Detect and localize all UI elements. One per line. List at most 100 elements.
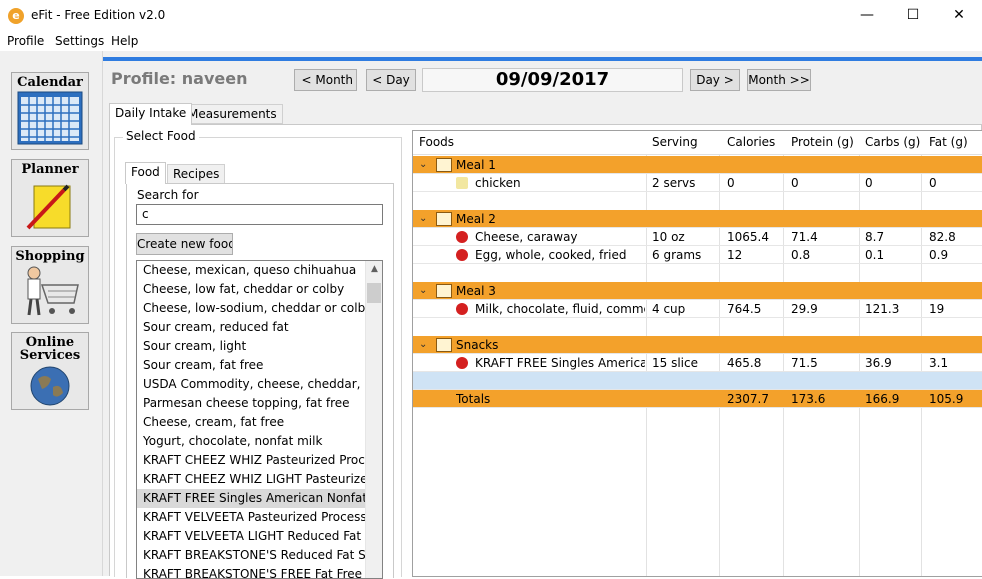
food-list-item[interactable]: Sour cream, light [137,337,366,356]
scroll-up-icon[interactable]: ▲ [366,261,382,278]
food-carbs: 121.3 [865,302,900,316]
next-month-button[interactable]: Month >> [747,69,811,91]
online-services-label: Online Services [12,336,88,362]
meal-row[interactable]: ⌄ Meal 1 [413,156,982,174]
header-calories[interactable]: Calories [727,135,775,149]
food-results-list[interactable]: Cheese, mexican, queso chihuahua Cheese, … [136,260,383,579]
food-row[interactable]: Milk, chocolate, fluid, commerci 4 cup 764… [413,300,982,318]
food-item-icon [456,303,468,315]
next-day-button[interactable]: Day > [690,69,740,91]
food-list-item[interactable]: USDA Commodity, cheese, cheddar, reduc [137,375,366,394]
header-protein[interactable]: Protein (g) [791,135,854,149]
header-foods[interactable]: Foods [419,135,454,149]
menu-help[interactable]: Help [111,34,138,48]
meal-row[interactable]: ⌄ Meal 2 [413,210,982,228]
food-name: chicken [475,176,521,190]
header-carbs[interactable]: Carbs (g) [865,135,920,149]
food-name: Milk, chocolate, fluid, commerci [475,302,645,316]
tab-measurements[interactable]: Measurements [182,104,283,124]
meal-icon [436,158,452,172]
food-list-item[interactable]: Cheese, low-sodium, cheddar or colby [137,299,366,318]
totals-label: Totals [456,392,491,406]
calendar-nav-button[interactable]: Calendar [11,72,89,150]
prev-day-button[interactable]: < Day [366,69,416,91]
food-row[interactable]: chicken 2 servs 0 0 0 0 [413,174,982,192]
maximize-button[interactable]: ☐ [890,0,936,31]
online-services-nav-button[interactable]: Online Services [11,332,89,410]
food-item-icon [456,249,468,261]
minimize-button[interactable]: — [844,0,890,31]
planner-label: Planner [21,162,79,177]
collapse-chevron-icon[interactable]: ⌄ [419,156,427,174]
meal-row[interactable]: ⌄ Meal 3 [413,282,982,300]
food-list-item[interactable]: Cheese, mexican, queso chihuahua [137,261,366,280]
food-protein: 29.9 [791,302,818,316]
food-calories: 465.8 [727,356,762,370]
food-list-item[interactable]: Cheese, low fat, cheddar or colby [137,280,366,299]
menu-settings[interactable]: Settings [55,34,104,48]
left-nav-panel: Calendar Planner Shopping Online Service… [0,51,103,576]
food-list-item[interactable]: Cheese, cream, fat free [137,413,366,432]
food-row[interactable]: Cheese, caraway 10 oz 1065.4 71.4 8.7 82.8 [413,228,982,246]
food-list-item[interactable]: KRAFT CHEEZ WHIZ Pasteurized Process C [137,451,366,470]
food-carbs: 36.9 [865,356,892,370]
food-serving: 4 cup [652,302,686,316]
collapse-chevron-icon[interactable]: ⌄ [419,336,427,354]
calendar-icon [17,91,83,145]
daily-intake-grid: Foods Serving Calories Protein (g) Carbs… [412,130,982,577]
meal-name: Snacks [456,338,499,352]
planner-nav-button[interactable]: Planner [11,159,89,237]
globe-icon [30,366,70,406]
shopping-label: Shopping [15,249,85,264]
collapse-chevron-icon[interactable]: ⌄ [419,282,427,300]
close-button[interactable]: ✕ [936,0,982,31]
food-list-item[interactable]: KRAFT FREE Singles American Nonfat Past [137,489,366,508]
collapse-chevron-icon[interactable]: ⌄ [419,210,427,228]
food-list-item[interactable]: Sour cream, fat free [137,356,366,375]
meal-icon [436,212,452,226]
shopping-nav-button[interactable]: Shopping [11,246,89,324]
food-list-item[interactable]: Yogurt, chocolate, nonfat milk [137,432,366,451]
title-bar: e eFit - Free Edition v2.0 — ☐ ✕ [0,0,982,31]
totals-calories: 2307.7 [727,392,769,406]
custom-food-icon [456,177,468,189]
food-name: Egg, whole, cooked, fried [475,248,627,262]
header-fat[interactable]: Fat (g) [929,135,968,149]
current-date: 09/09/2017 [422,68,683,92]
food-row[interactable]: Egg, whole, cooked, fried 6 grams 12 0.8 0.1… [413,246,982,264]
food-list-item[interactable]: KRAFT BREAKSTONE'S FREE Fat Free Sour [137,565,366,578]
food-protein: 71.4 [791,230,818,244]
prev-month-button[interactable]: < Month [294,69,357,91]
food-carbs: 8.7 [865,230,885,244]
food-fat: 0.9 [929,248,949,262]
planner-icon [26,184,71,230]
totals-protein: 173.6 [791,392,826,406]
tab-food[interactable]: Food [125,162,166,184]
food-list-item[interactable]: Sour cream, reduced fat [137,318,366,337]
food-list-item[interactable]: KRAFT VELVEETA LIGHT Reduced Fat Paste [137,527,366,546]
window-title: eFit - Free Edition v2.0 [31,8,166,22]
vertical-scrollbar[interactable]: ▲ [365,261,382,578]
menu-bar: Profile Settings Help [0,31,982,51]
food-list-item[interactable]: KRAFT VELVEETA Pasteurized Process Chee [137,508,366,527]
tab-recipes[interactable]: Recipes [167,164,226,184]
food-serving: 2 servs [652,176,696,190]
tab-daily-intake[interactable]: Daily Intake [109,103,193,125]
meal-row[interactable]: ⌄ Snacks [413,336,982,354]
food-list-item[interactable]: KRAFT BREAKSTONE'S Reduced Fat Sour C [137,546,366,565]
header-serving[interactable]: Serving [652,135,698,149]
food-calories: 0 [727,176,735,190]
menu-profile[interactable]: Profile [7,34,44,48]
food-calories: 1065.4 [727,230,769,244]
food-calories: 764.5 [727,302,762,316]
create-new-food-button[interactable]: Create new food [136,233,233,255]
scroll-thumb[interactable] [367,283,381,303]
food-list-item[interactable]: KRAFT CHEEZ WHIZ LIGHT Pasteurized Pr [137,470,366,489]
food-list-item[interactable]: Parmesan cheese topping, fat free [137,394,366,413]
food-row[interactable]: KRAFT FREE Singles American N 15 slice 465… [413,354,982,372]
food-fat: 19 [929,302,945,316]
selected-empty-row[interactable] [413,372,982,390]
accent-strip [103,57,982,61]
totals-row: Totals 2307.7 173.6 166.9 105.9 [413,390,982,408]
search-input[interactable]: c [136,204,383,225]
